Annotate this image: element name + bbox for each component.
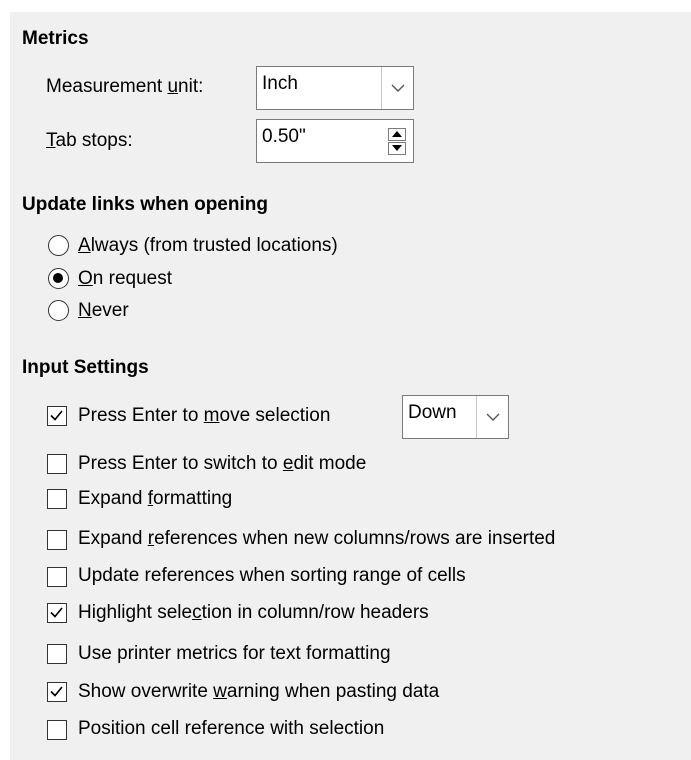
measurement-unit-label: Measurement unit: — [46, 76, 204, 97]
checkbox-label[interactable]: Use printer metrics for text formatting — [78, 643, 391, 665]
radio-label[interactable]: On request — [78, 268, 172, 290]
radio-button[interactable] — [48, 235, 69, 256]
tab-stops-spinfield[interactable]: 0.50" — [256, 119, 414, 163]
radio-label[interactable]: Always (from trusted locations) — [78, 235, 338, 257]
checkbox[interactable] — [47, 644, 67, 664]
radio-selected-dot — [53, 273, 63, 283]
checkbox-label[interactable]: Expand references when new columns/rows … — [78, 528, 555, 550]
triangle-up-icon[interactable] — [388, 127, 406, 141]
checkbox-label[interactable]: Show overwrite warning when pasting data — [78, 681, 439, 703]
checkbox[interactable] — [47, 489, 67, 509]
metrics-heading: Metrics — [22, 28, 89, 49]
checkbox-label[interactable]: Position cell reference with selection — [78, 718, 384, 740]
tab-stops-spinner — [381, 120, 413, 162]
checkbox-label[interactable]: Press Enter to move selection — [78, 405, 330, 427]
input-settings-heading: Input Settings — [22, 357, 149, 378]
move-direction-value: Down — [408, 402, 457, 423]
measurement-unit-value: Inch — [262, 73, 298, 94]
tab-stops-value: 0.50" — [262, 126, 306, 147]
tab-stops-label: Tab stops: — [46, 130, 133, 151]
checkmark-icon — [50, 607, 63, 618]
checkbox[interactable] — [47, 682, 67, 702]
checkbox-label[interactable]: Press Enter to switch to edit mode — [78, 453, 366, 475]
checkbox[interactable] — [47, 406, 67, 426]
checkbox[interactable] — [47, 530, 67, 550]
radio-button[interactable] — [48, 300, 69, 321]
radio-label[interactable]: Never — [78, 300, 129, 322]
move-direction-select[interactable]: Down — [402, 395, 509, 439]
checkbox-label[interactable]: Expand formatting — [78, 488, 232, 510]
checkbox[interactable] — [47, 567, 67, 587]
checkbox-label[interactable]: Update references when sorting range of … — [78, 565, 466, 587]
checkmark-icon — [50, 410, 63, 421]
checkmark-icon — [50, 686, 63, 697]
checkbox[interactable] — [47, 454, 67, 474]
checkbox[interactable] — [47, 720, 67, 740]
update-links-heading: Update links when opening — [22, 194, 268, 215]
checkbox[interactable] — [47, 603, 67, 623]
chevron-down-icon[interactable] — [381, 67, 413, 109]
chevron-down-icon[interactable] — [476, 396, 508, 438]
checkbox-label[interactable]: Highlight selection in column/row header… — [78, 602, 429, 624]
radio-button-selected[interactable] — [48, 268, 69, 289]
triangle-down-icon[interactable] — [388, 141, 406, 155]
measurement-unit-select[interactable]: Inch — [256, 66, 414, 110]
